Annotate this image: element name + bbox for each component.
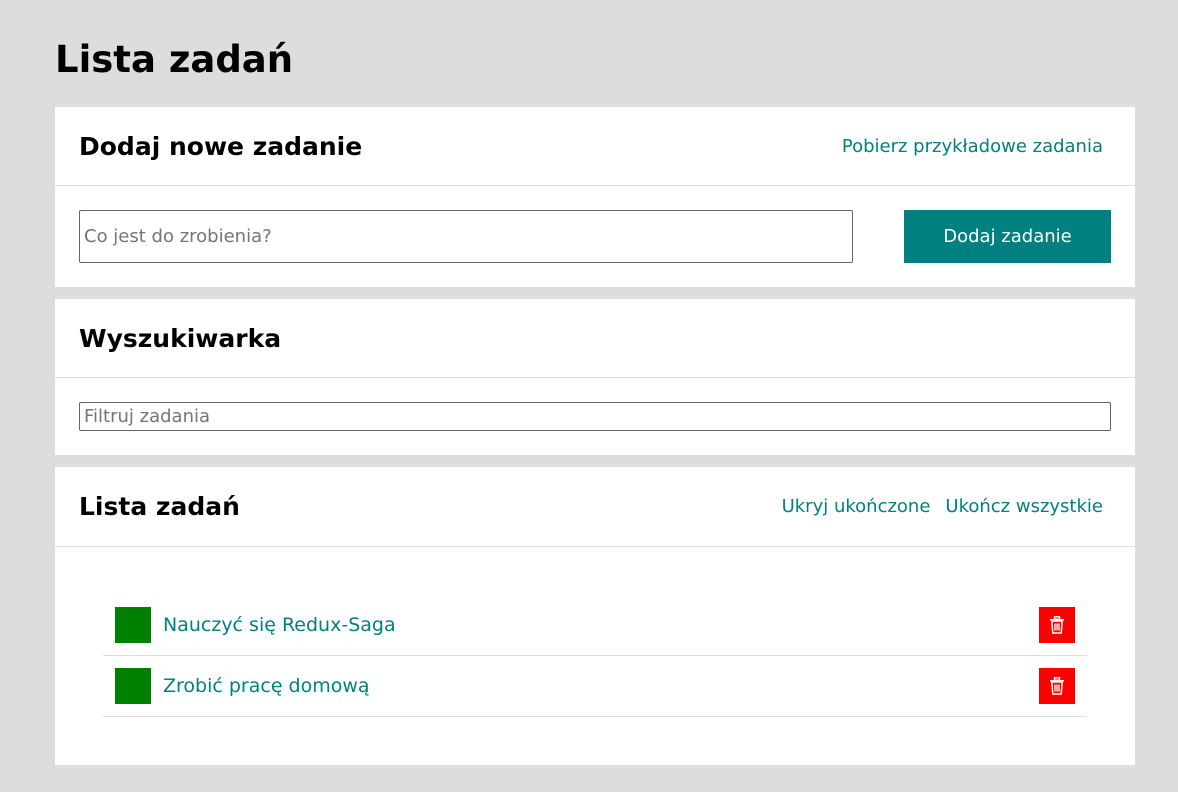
- fetch-example-tasks-button[interactable]: Pobierz przykładowe zadania: [842, 136, 1103, 157]
- search-title: Wyszukiwarka: [79, 323, 282, 353]
- toggle-done-button[interactable]: [115, 607, 151, 643]
- task-list-header: Lista zadań Ukryj ukończone Ukończ wszys…: [55, 467, 1135, 547]
- hide-done-button[interactable]: Ukryj ukończone: [782, 496, 931, 517]
- add-task-section: Dodaj nowe zadanie Pobierz przykładowe z…: [55, 107, 1135, 287]
- remove-task-button[interactable]: [1039, 607, 1075, 643]
- trash-icon: [1049, 677, 1065, 695]
- task-content: Nauczyć się Redux-Saga: [163, 614, 396, 636]
- task-list: Nauczyć się Redux-Saga Zrobić pracę domo…: [103, 595, 1087, 717]
- add-task-header: Dodaj nowe zadanie Pobierz przykładowe z…: [55, 107, 1135, 186]
- task-content: Zrobić pracę domową: [163, 675, 370, 697]
- search-header: Wyszukiwarka: [55, 299, 1135, 378]
- task-list-title: Lista zadań: [79, 492, 240, 521]
- search-section: Wyszukiwarka: [55, 299, 1135, 455]
- add-task-form: Dodaj zadanie: [79, 210, 1111, 263]
- list-item: Nauczyć się Redux-Saga: [103, 595, 1087, 656]
- task-list-header-buttons: Ukryj ukończone Ukończ wszystkie: [782, 496, 1103, 517]
- add-task-title: Dodaj nowe zadanie: [79, 131, 363, 161]
- complete-all-button[interactable]: Ukończ wszystkie: [945, 496, 1103, 517]
- task-list-section: Lista zadań Ukryj ukończone Ukończ wszys…: [55, 467, 1135, 765]
- remove-task-button[interactable]: [1039, 668, 1075, 704]
- page-title: Lista zadań: [55, 38, 294, 81]
- add-task-button[interactable]: Dodaj zadanie: [904, 210, 1111, 263]
- trash-icon: [1049, 616, 1065, 634]
- filter-tasks-input[interactable]: [79, 402, 1111, 431]
- new-task-input[interactable]: [79, 210, 853, 263]
- toggle-done-button[interactable]: [115, 668, 151, 704]
- list-item: Zrobić pracę domową: [103, 656, 1087, 717]
- add-task-header-buttons: Pobierz przykładowe zadania: [842, 136, 1103, 157]
